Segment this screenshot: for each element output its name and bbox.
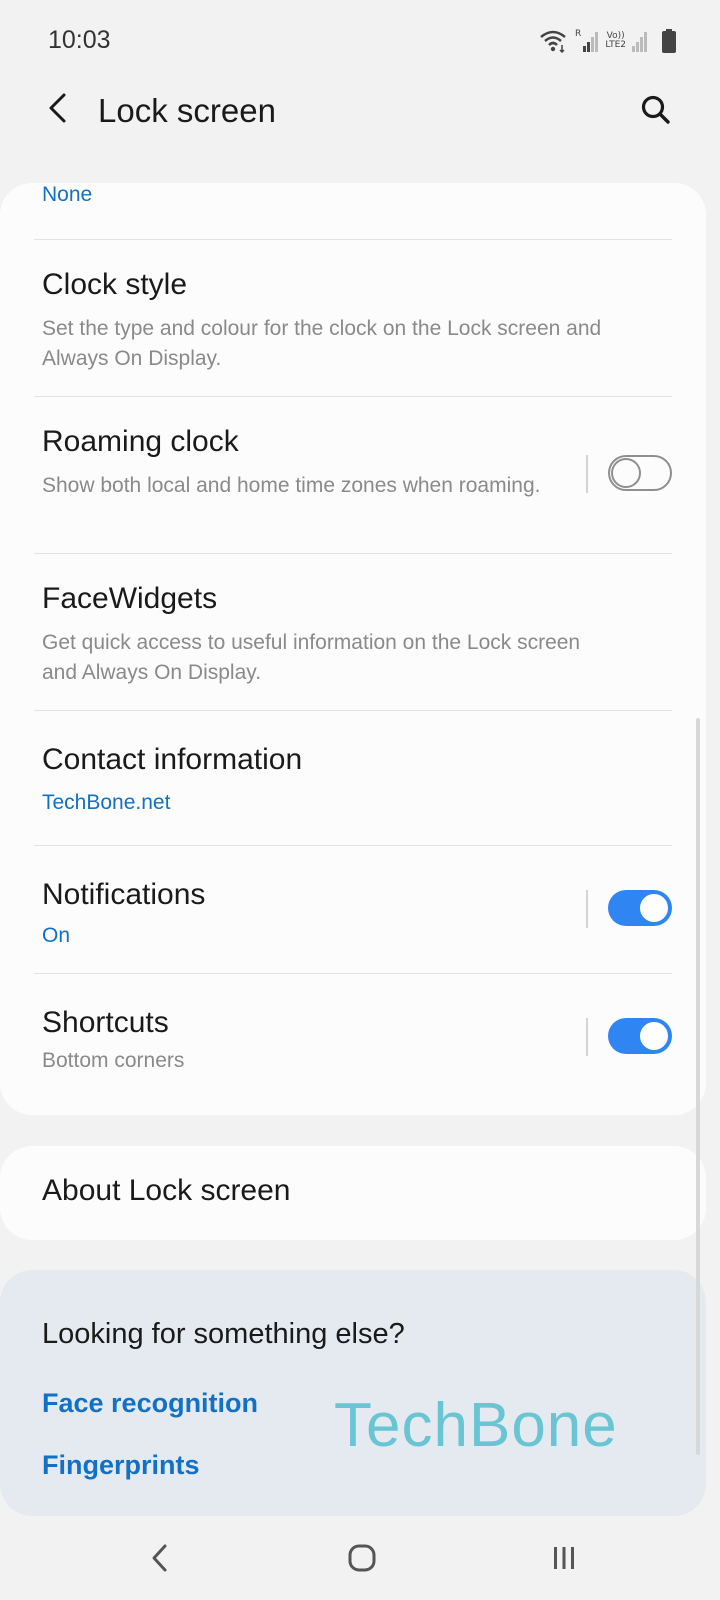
toggle-separator	[586, 890, 588, 928]
nav-recent-apps-button[interactable]	[534, 1530, 594, 1590]
contact-information-item[interactable]: Contact information TechBone.net	[0, 711, 706, 845]
clock-style-description: Set the type and colour for the clock on…	[42, 317, 602, 370]
watermark: TechBone	[334, 1391, 618, 1460]
fingerprints-link[interactable]: Fingerprints	[42, 1450, 200, 1481]
search-button[interactable]	[628, 84, 684, 140]
partial-setting-value: None	[42, 183, 93, 206]
toggle-knob	[611, 458, 641, 488]
face-recognition-link[interactable]: Face recognition	[42, 1388, 258, 1419]
settings-card: None Clock style Set the type and colour…	[0, 183, 706, 1115]
back-button[interactable]	[30, 82, 86, 138]
navigation-bar	[0, 1516, 720, 1600]
search-icon	[640, 94, 672, 131]
toggle-separator	[586, 455, 588, 493]
toggle-separator	[586, 1018, 588, 1056]
toggle-knob	[638, 892, 670, 924]
shortcuts-value: Bottom corners	[42, 1049, 185, 1072]
facewidgets-item[interactable]: FaceWidgets Get quick access to useful i…	[0, 554, 706, 710]
wifi-icon	[539, 29, 569, 53]
roaming-clock-title: Roaming clock	[42, 425, 239, 458]
facewidgets-description: Get quick access to useful information o…	[42, 631, 581, 684]
signal-icon	[632, 30, 648, 52]
suggestions-card: Looking for something else? Face recogni…	[0, 1270, 706, 1516]
scroll-indicator[interactable]	[696, 718, 700, 1455]
notifications-title: Notifications	[42, 878, 206, 911]
status-bar: 10:03 R Vo)) LTE2	[0, 0, 720, 84]
status-icons: R Vo)) LTE2	[539, 26, 676, 56]
partial-setting-item[interactable]: None	[0, 183, 706, 239]
volte-indicator: Vo)) LTE2	[605, 31, 626, 50]
about-lock-screen-label: About Lock screen	[42, 1174, 291, 1207]
back-arrow-icon	[46, 92, 70, 129]
suggestions-title: Looking for something else?	[42, 1318, 405, 1350]
status-time: 10:03	[48, 26, 111, 54]
roaming-clock-item[interactable]: Roaming clock Show both local and home t…	[0, 397, 706, 553]
clock-style-item[interactable]: Clock style Set the type and colour for …	[0, 240, 706, 396]
notifications-value: On	[42, 924, 71, 947]
shortcuts-title: Shortcuts	[42, 1006, 169, 1039]
home-icon	[347, 1543, 377, 1578]
battery-icon	[662, 29, 676, 53]
facewidgets-title: FaceWidgets	[42, 582, 218, 615]
toggle-knob	[638, 1020, 670, 1052]
page-title: Lock screen	[98, 92, 276, 129]
notifications-toggle[interactable]	[608, 890, 672, 926]
recent-apps-icon	[549, 1543, 579, 1578]
about-lock-screen-item[interactable]: About Lock screen	[0, 1146, 706, 1240]
roaming-signal-icon: R	[575, 30, 599, 52]
clock-style-title: Clock style	[42, 268, 188, 301]
nav-back-button[interactable]	[130, 1530, 190, 1590]
back-icon	[150, 1543, 170, 1578]
contact-information-value: TechBone.net	[42, 791, 171, 814]
nav-home-button[interactable]	[332, 1530, 392, 1590]
notifications-item[interactable]: Notifications On	[0, 846, 706, 973]
shortcuts-item[interactable]: Shortcuts Bottom corners	[0, 974, 706, 1115]
roaming-clock-toggle[interactable]	[608, 455, 672, 491]
shortcuts-toggle[interactable]	[608, 1018, 672, 1054]
roaming-indicator: R	[575, 29, 582, 39]
roaming-clock-description: Show both local and home time zones when…	[42, 474, 541, 497]
contact-information-title: Contact information	[42, 743, 303, 776]
